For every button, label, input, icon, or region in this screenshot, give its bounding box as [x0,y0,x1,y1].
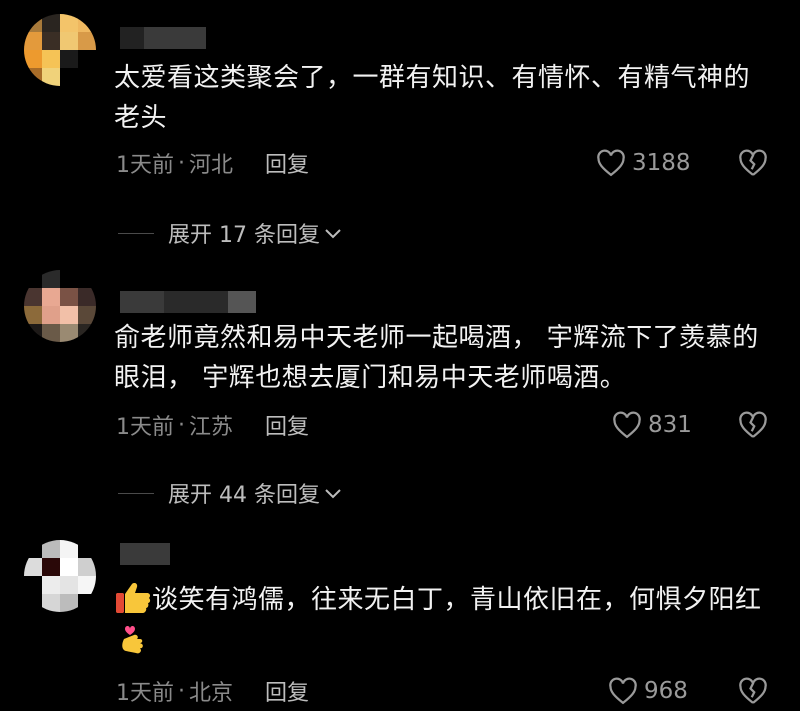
heart-icon [613,411,641,439]
like-count: 831 [648,412,692,438]
comment-text: 太爱看这类聚会了，一群有知识、有情怀、有精气神的老头 [114,63,751,133]
reply-button[interactable]: 回复 [265,147,309,179]
meta-separator: · [178,678,185,704]
avatar[interactable] [24,270,96,342]
meta-separator: · [178,150,185,176]
comment-meta: 1天前 · 江苏 回复 [116,409,309,441]
comment-time: 1天前 [116,681,174,706]
comment-time: 1天前 [116,415,174,440]
comment-location: 北京 [189,681,234,706]
expand-replies-label: 展开 17 条回复 [168,223,320,248]
expand-replies-button[interactable]: 展开 17 条回复 [118,218,342,248]
broken-heart-icon[interactable] [738,676,768,706]
like-count: 3188 [632,150,691,176]
divider-line [118,492,154,494]
heart-hands-emoji [122,625,143,653]
username-redacted[interactable] [120,542,170,566]
like-button[interactable]: 968 [608,676,688,706]
expand-replies-button[interactable]: 展开 44 条回复 [118,478,342,508]
chevron-down-icon [325,489,341,499]
comment-time: 1天前 [116,153,174,178]
expand-replies-label: 展开 44 条回复 [168,483,320,508]
username-redacted[interactable] [120,26,206,50]
meta-separator: · [178,412,185,438]
like-count: 968 [644,678,688,704]
heart-icon [597,149,625,177]
reply-button[interactable]: 回复 [265,675,309,707]
comment-meta: 1天前 · 北京 回复 [116,675,309,707]
comment-meta: 1天前 · 河北 回复 [116,147,309,179]
like-button[interactable]: 831 [612,410,692,440]
comment-location: 江苏 [189,415,234,440]
comment-text: 俞老师竟然和易中天老师一起喝酒， 宇辉流下了羡慕的眼泪， 宇辉也想去厦门和易中天… [114,323,759,393]
avatar[interactable] [24,540,96,612]
comment-location: 河北 [189,153,234,178]
chevron-down-icon [325,229,341,239]
broken-heart-icon[interactable] [738,148,768,178]
comment-text-body: 谈笑有鸿儒，往来无白丁，青山依旧在，何惧夕阳红 [152,585,762,615]
broken-heart-icon[interactable] [738,410,768,440]
heart-icon [609,677,637,705]
thumbs-up-emoji [116,582,151,613]
avatar[interactable] [24,14,96,86]
username-redacted[interactable] [120,290,256,314]
comment-text: 谈笑有鸿儒，往来无白丁，青山依旧在，何惧夕阳红 [114,580,774,660]
divider-line [118,232,154,234]
like-button[interactable]: 3188 [596,148,691,178]
reply-button[interactable]: 回复 [265,409,309,441]
